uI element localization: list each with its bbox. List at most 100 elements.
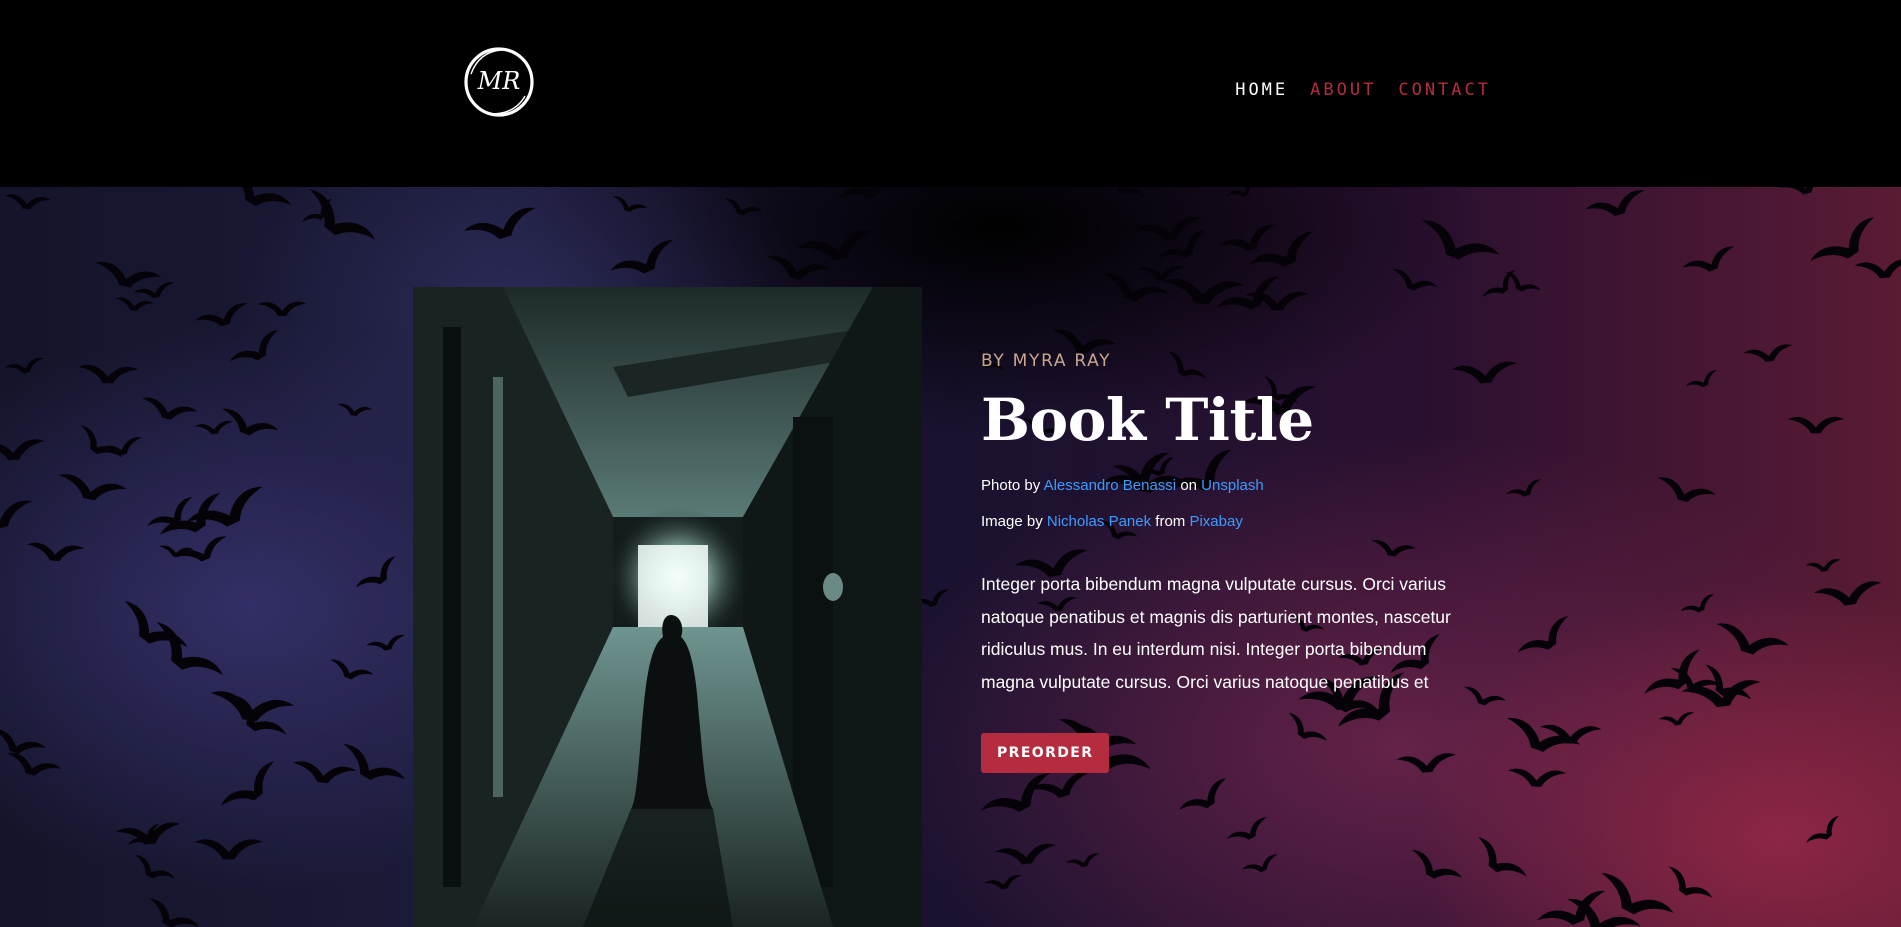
crow-silhouette: [133, 281, 177, 303]
crow-silhouette: [194, 839, 263, 860]
nav-item-home[interactable]: HOME: [1235, 80, 1288, 100]
crow-silhouette: [1854, 258, 1901, 281]
crow-flock-background-image: [0, 187, 1901, 927]
book-description: Integer porta bibendum magna vulputate c…: [981, 574, 1451, 692]
crow-silhouette: [721, 197, 764, 221]
crow-silhouette: [1241, 852, 1282, 879]
author-byline: BY MYRA RAY: [981, 351, 1112, 371]
crow-silhouette: [184, 483, 272, 542]
crow-silhouette: [91, 260, 162, 294]
crow-silhouette: [1658, 711, 1697, 729]
crow-silhouette: [143, 619, 226, 692]
crow-silhouette: [1584, 187, 1650, 224]
crow-silhouette: [1642, 647, 1711, 708]
main-nav: HOME ABOUT CONTACT: [1235, 80, 1491, 100]
crow-silhouette: [1405, 847, 1464, 891]
crow-silhouette: [837, 187, 904, 214]
logo[interactable]: MR: [461, 44, 537, 120]
crow-silhouette: [0, 438, 46, 463]
crow-silhouette: [0, 498, 37, 537]
logo-text: MR: [477, 67, 521, 95]
crow-silhouette: [354, 554, 404, 598]
crow-silhouette: [228, 328, 287, 374]
crow-silhouette: [218, 187, 293, 221]
crow-silhouette: [129, 853, 176, 889]
crow-silhouette: [1225, 187, 1262, 204]
preorder-button[interactable]: PREORDER: [981, 733, 1110, 773]
crow-silhouette: [55, 472, 128, 507]
crow-silhouette: [1787, 416, 1845, 434]
book-details: BY MYRA RAY Book Title Photo by Alessand…: [981, 351, 1481, 773]
image-credit-source-link[interactable]: Pixabay: [1189, 513, 1242, 530]
crow-silhouette: [1653, 475, 1717, 509]
crow-silhouette: [1505, 477, 1545, 503]
crow-silhouette: [1516, 614, 1578, 665]
crow-silhouette: [77, 364, 139, 385]
crow-silhouette: [219, 759, 286, 819]
crow-silhouette: [1805, 814, 1846, 851]
photo-credit-middle: on: [1180, 477, 1197, 494]
crow-silhouette: [4, 356, 46, 378]
book-title: Book Title: [981, 386, 1314, 454]
nav-item-about[interactable]: ABOUT: [1310, 80, 1376, 100]
crow-silhouette: [917, 249, 951, 260]
crow-silhouette: [1685, 368, 1722, 395]
crow-silhouette: [114, 296, 155, 313]
crow-silhouette: [1506, 768, 1567, 789]
crow-silhouette: [1681, 244, 1740, 281]
crow-silhouette: [3, 750, 62, 783]
crow-silhouette: [1102, 187, 1147, 207]
crow-silhouette: [194, 420, 234, 437]
crow-silhouette: [1813, 579, 1884, 610]
crow-silhouette: [26, 542, 85, 563]
crow-silhouette: [1805, 558, 1843, 575]
crow-silhouette: [1388, 267, 1439, 298]
crow-silhouette: [1226, 815, 1273, 849]
crow-silhouette: [1500, 715, 1582, 763]
crow-silhouette: [142, 896, 201, 927]
crow-silhouette: [1591, 870, 1676, 927]
book-cover-image: [413, 287, 922, 927]
crow-silhouette: [1065, 852, 1102, 872]
crow-silhouette: [1660, 864, 1714, 909]
site-header: MR HOME ABOUT CONTACT: [0, 0, 1901, 187]
crow-silhouette: [1743, 343, 1795, 366]
crow-silhouette: [609, 194, 649, 218]
crow-silhouette: [1535, 888, 1613, 927]
crow-silhouette: [336, 403, 373, 419]
crow-silhouette: [366, 633, 408, 656]
crow-silhouette: [258, 301, 307, 317]
photo-credit-source-link[interactable]: Unsplash: [1201, 477, 1264, 494]
crow-silhouette: [1215, 274, 1287, 323]
crow-silhouette: [1711, 620, 1790, 664]
image-credit-author-link[interactable]: Nicholas Panek: [1047, 513, 1151, 530]
crow-silhouette: [1178, 776, 1235, 822]
crow-silhouette: [326, 657, 375, 686]
crow-silhouette: [1468, 835, 1529, 889]
crow-silhouette: [1679, 592, 1719, 620]
crow-silhouette: [608, 237, 681, 287]
crow-silhouette: [3, 193, 51, 212]
crow-silhouette: [194, 301, 252, 334]
crow-silhouette: [73, 423, 124, 468]
nav-item-contact[interactable]: CONTACT: [1398, 80, 1491, 100]
crow-silhouette: [216, 406, 280, 445]
photo-credit-author-link[interactable]: Alessandro Benassi: [1044, 477, 1177, 494]
crow-silhouette: [1779, 187, 1832, 200]
crow-silhouette: [914, 216, 964, 231]
crow-silhouette: [145, 495, 200, 538]
hero-section: BY MYRA RAY Book Title Photo by Alessand…: [0, 187, 1901, 927]
page: MR HOME ABOUT CONTACT BY MYRA RAY Book T…: [0, 0, 1901, 927]
crow-silhouette: [0, 727, 47, 762]
crow-silhouette: [763, 254, 831, 285]
crow-silhouette: [994, 842, 1058, 868]
crow-silhouette: [290, 760, 357, 787]
crow-silhouette: [983, 873, 1024, 893]
image-credit-prefix: Image by: [981, 513, 1043, 530]
crow-silhouette: [296, 187, 378, 257]
photo-credit: Photo by Alessandro Benassi on Unsplash: [981, 477, 1481, 494]
image-credit-middle: from: [1155, 513, 1186, 530]
crow-silhouette: [463, 205, 542, 249]
crow-silhouette: [979, 770, 1060, 828]
crow-silhouette: [1137, 265, 1186, 281]
